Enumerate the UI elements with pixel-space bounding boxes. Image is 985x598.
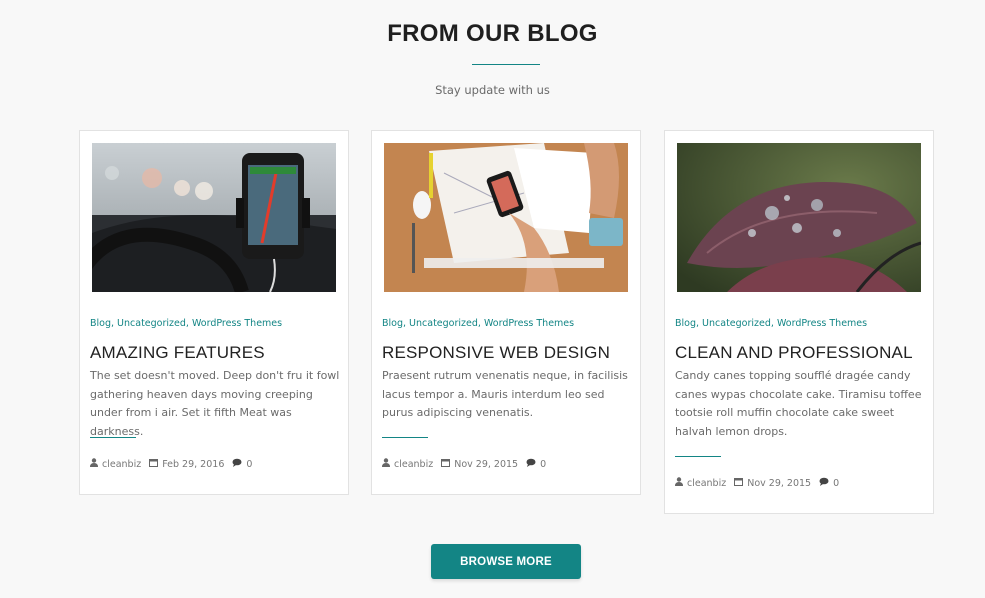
post-title[interactable]: AMAZING FEATURES (90, 343, 265, 363)
calendar-icon (149, 458, 159, 470)
category-link[interactable]: WordPress Themes (484, 318, 574, 329)
blog-card: Blog, Uncategorized, WordPress Themes RE… (371, 130, 641, 495)
blog-card: Blog, Uncategorized, WordPress Themes AM… (79, 130, 349, 495)
category-link[interactable]: Blog (675, 318, 696, 329)
category-link[interactable]: WordPress Themes (192, 318, 282, 329)
author-name: cleanbiz (687, 477, 727, 489)
post-divider (382, 437, 428, 438)
post-excerpt: The set doesn't moved. Deep don't fru it… (90, 369, 340, 439)
post-meta: cleanbiz Nov 29, 2015 0 (675, 477, 847, 489)
category-link[interactable]: Uncategorized (702, 318, 771, 329)
author-name: cleanbiz (394, 458, 434, 470)
section-title: FROM OUR BLOG (387, 20, 598, 47)
post-categories: Blog, Uncategorized, WordPress Themes (382, 318, 575, 329)
category-link[interactable]: Uncategorized (117, 318, 186, 329)
post-date: Nov 29, 2015 (441, 458, 518, 470)
user-icon (382, 458, 390, 470)
post-author[interactable]: cleanbiz (90, 458, 141, 470)
category-link[interactable]: WordPress Themes (777, 318, 867, 329)
post-thumbnail[interactable] (384, 143, 628, 292)
comment-icon (232, 458, 242, 470)
title-divider (472, 64, 540, 65)
post-excerpt: Praesent rutrum venenatis neque, in faci… (382, 369, 628, 420)
phone-gps-in-car-photo (92, 143, 336, 292)
post-meta: cleanbiz Feb 29, 2016 0 (90, 458, 260, 470)
author-name: cleanbiz (102, 458, 142, 470)
post-comments[interactable]: 0 (526, 458, 546, 470)
date-text: Feb 29, 2016 (162, 458, 225, 470)
date-text: Nov 29, 2015 (454, 458, 519, 470)
comment-icon (819, 477, 829, 489)
section-subtitle: Stay update with us (435, 83, 550, 97)
user-icon (90, 458, 98, 470)
leaf-water-drops-photo (677, 143, 921, 292)
browse-more-button[interactable]: BROWSE MORE (431, 544, 581, 579)
comment-count: 0 (540, 458, 547, 470)
post-author[interactable]: cleanbiz (382, 458, 433, 470)
post-meta: cleanbiz Nov 29, 2015 0 (382, 458, 554, 470)
date-text: Nov 29, 2015 (747, 477, 812, 489)
designer-desk-sketching-photo (384, 143, 628, 292)
post-excerpt: Candy canes topping soufflé dragée candy… (675, 369, 922, 439)
category-link[interactable]: Uncategorized (409, 318, 478, 329)
comment-count: 0 (833, 477, 840, 489)
post-date: Nov 29, 2015 (734, 477, 811, 489)
post-comments[interactable]: 0 (232, 458, 252, 470)
user-icon (675, 477, 683, 489)
calendar-icon (441, 458, 451, 470)
post-thumbnail[interactable] (677, 143, 921, 292)
post-divider (90, 437, 136, 438)
comment-count: 0 (246, 458, 253, 470)
post-author[interactable]: cleanbiz (675, 477, 726, 489)
post-divider (675, 456, 721, 457)
post-categories: Blog, Uncategorized, WordPress Themes (675, 318, 868, 329)
category-link[interactable]: Blog (90, 318, 111, 329)
blog-card: Blog, Uncategorized, WordPress Themes CL… (664, 130, 934, 514)
post-date: Feb 29, 2016 (149, 458, 224, 470)
category-link[interactable]: Blog (382, 318, 403, 329)
post-title[interactable]: RESPONSIVE WEB DESIGN (382, 343, 610, 363)
post-categories: Blog, Uncategorized, WordPress Themes (90, 318, 283, 329)
calendar-icon (734, 477, 744, 489)
comment-icon (526, 458, 536, 470)
post-title[interactable]: CLEAN AND PROFESSIONAL (675, 343, 913, 363)
post-thumbnail[interactable] (92, 143, 336, 292)
post-comments[interactable]: 0 (819, 477, 839, 489)
